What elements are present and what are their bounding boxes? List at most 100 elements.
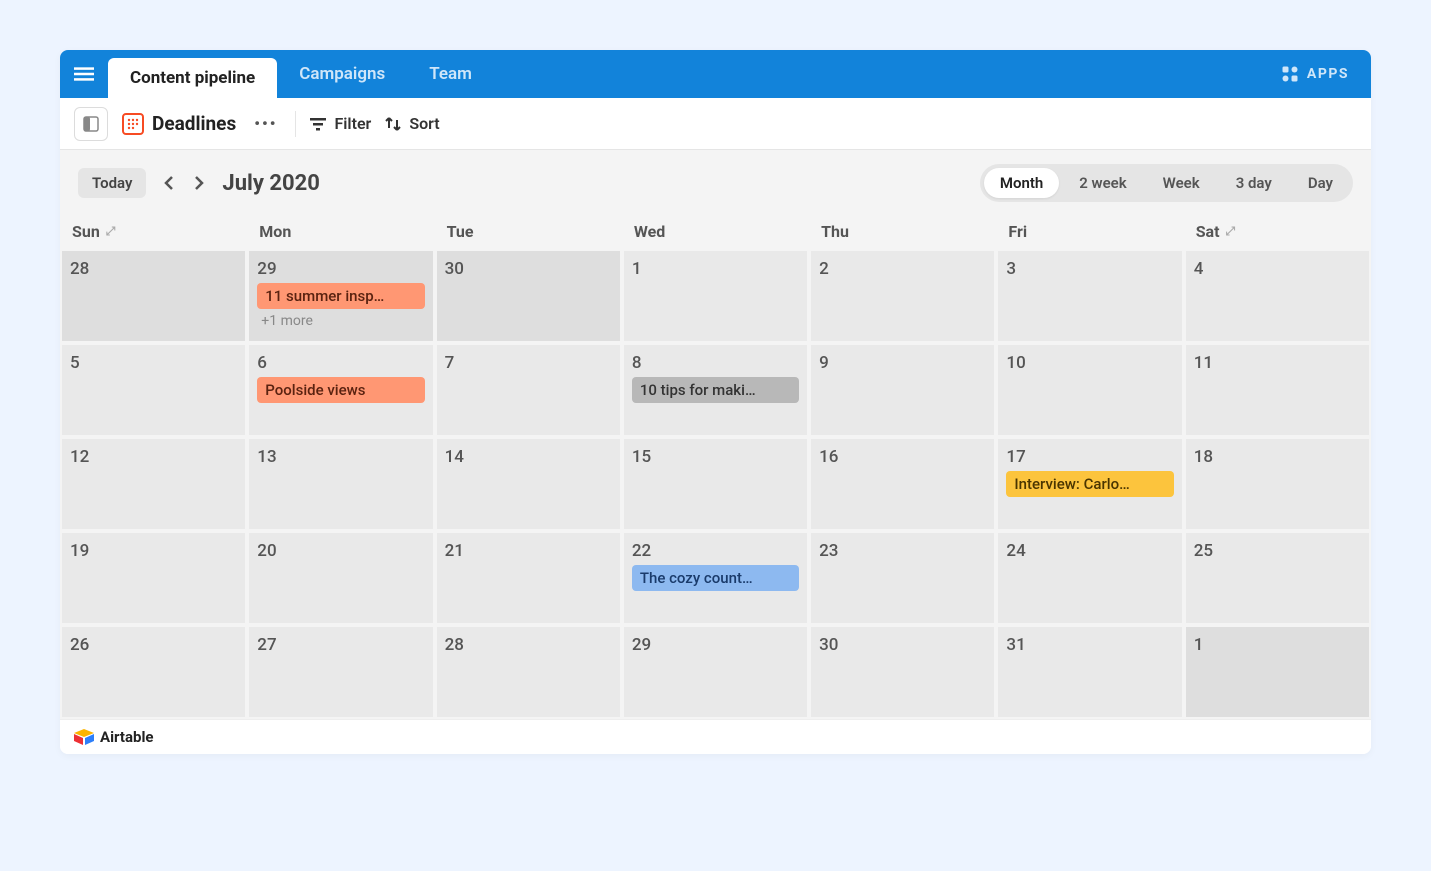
day-cell[interactable]: 18 <box>1184 437 1371 531</box>
apps-icon <box>1281 65 1299 83</box>
sidebar-toggle-button[interactable] <box>74 107 108 141</box>
range-option-2-week[interactable]: 2 week <box>1063 168 1142 198</box>
calendar-event[interactable]: 10 tips for maki… <box>632 377 799 403</box>
calendar-event[interactable]: The cozy count… <box>632 565 799 591</box>
more-events-link[interactable]: +1 more <box>257 311 424 331</box>
calendar-event[interactable]: 11 summer insp… <box>257 283 424 309</box>
day-cell[interactable]: 1 <box>622 249 809 343</box>
day-number: 29 <box>632 635 799 655</box>
dow-header-mon: Mon <box>247 214 434 249</box>
week-row: 28 29 11 summer insp…+1 more 30 1234 <box>60 249 1371 343</box>
view-toolbar: Deadlines ••• Filter Sort <box>60 98 1371 150</box>
day-number: 17 <box>1006 447 1173 467</box>
day-cell[interactable]: 8 10 tips for maki… <box>622 343 809 437</box>
day-number: 29 <box>257 259 424 279</box>
day-number: 26 <box>70 635 237 655</box>
day-number: 30 <box>445 259 612 279</box>
dow-header-tue: Tue <box>435 214 622 249</box>
range-option-month[interactable]: Month <box>984 168 1059 198</box>
day-cell[interactable]: 10 <box>996 343 1183 437</box>
topbar: Content pipelineCampaignsTeam APPS <box>60 50 1371 98</box>
day-number: 24 <box>1006 541 1173 561</box>
day-cell[interactable]: 22The cozy count… <box>622 531 809 625</box>
day-cell[interactable]: 25 <box>1184 531 1371 625</box>
range-option-week[interactable]: Week <box>1147 168 1216 198</box>
tab-team[interactable]: Team <box>407 50 494 98</box>
day-number: 14 <box>445 447 612 467</box>
sort-icon <box>385 116 401 132</box>
chevron-left-icon <box>164 176 174 190</box>
view-name[interactable]: Deadlines <box>122 112 236 135</box>
day-cell[interactable]: 29 11 summer insp…+1 more <box>247 249 434 343</box>
sort-button[interactable]: Sort <box>385 114 439 133</box>
day-cell[interactable]: 28 <box>435 625 622 719</box>
dow-label: Thu <box>821 222 849 241</box>
airtable-logo-icon <box>74 729 94 745</box>
day-number: 7 <box>445 353 612 373</box>
day-cell[interactable]: 20 <box>247 531 434 625</box>
day-cell[interactable]: 4 <box>1184 249 1371 343</box>
dow-label: Wed <box>634 222 665 241</box>
range-option-3-day[interactable]: 3 day <box>1220 168 1288 198</box>
day-cell[interactable]: 12 <box>60 437 247 531</box>
day-number: 15 <box>632 447 799 467</box>
tab-content-pipeline[interactable]: Content pipeline <box>108 58 277 98</box>
day-cell[interactable]: 13 <box>247 437 434 531</box>
day-cell[interactable]: 27 <box>247 625 434 719</box>
day-cell[interactable]: 30 <box>435 249 622 343</box>
day-cell[interactable]: 19 <box>60 531 247 625</box>
range-option-day[interactable]: Day <box>1292 168 1349 198</box>
day-of-week-header: Sun⤢MonTueWedThuFriSat⤢ <box>60 214 1371 249</box>
day-cell[interactable]: 9 <box>809 343 996 437</box>
day-cell[interactable]: 29 <box>622 625 809 719</box>
day-cell[interactable]: 28 <box>60 249 247 343</box>
day-cell[interactable]: 14 <box>435 437 622 531</box>
day-number: 19 <box>70 541 237 561</box>
week-row: 12 13 14 15 16 17 Interview: Carlo… 18 <box>60 437 1371 531</box>
day-cell[interactable]: 21 <box>435 531 622 625</box>
apps-button[interactable]: APPS <box>1259 50 1371 98</box>
day-cell[interactable]: 26 <box>60 625 247 719</box>
day-cell[interactable]: 23 <box>809 531 996 625</box>
calendar-controls: Today July 2020 Month2 weekWeek3 dayDay <box>60 150 1371 210</box>
calendar-grid: Sun⤢MonTueWedThuFriSat⤢ 282911 summer in… <box>60 210 1371 719</box>
day-number: 2 <box>819 259 986 279</box>
filter-button[interactable]: Filter <box>310 114 371 133</box>
day-cell[interactable]: 15 <box>622 437 809 531</box>
day-number: 28 <box>445 635 612 655</box>
day-number: 9 <box>819 353 986 373</box>
next-month-button[interactable] <box>192 167 206 199</box>
today-button[interactable]: Today <box>78 168 146 198</box>
prev-month-button[interactable] <box>162 167 176 199</box>
day-number: 11 <box>1194 353 1361 373</box>
day-cell[interactable]: 5 <box>60 343 247 437</box>
column-resize-icon[interactable]: ⤢ <box>106 224 116 239</box>
day-cell[interactable]: 30 <box>809 625 996 719</box>
day-cell[interactable]: 3 <box>996 249 1183 343</box>
week-row: 26 27 28 29 30 31 1 <box>60 625 1371 719</box>
view-name-text: Deadlines <box>152 112 236 135</box>
range-switcher: Month2 weekWeek3 dayDay <box>980 164 1353 202</box>
calendar-event[interactable]: Poolside views <box>257 377 424 403</box>
calendar-event[interactable]: Interview: Carlo… <box>1006 471 1173 497</box>
hamburger-icon <box>74 64 94 84</box>
day-cell[interactable]: 17 Interview: Carlo… <box>996 437 1183 531</box>
filter-icon <box>310 116 326 132</box>
day-cell[interactable]: 24 <box>996 531 1183 625</box>
day-cell[interactable]: 1 <box>1184 625 1371 719</box>
day-number: 6 <box>257 353 424 373</box>
day-number: 13 <box>257 447 424 467</box>
column-resize-icon[interactable]: ⤢ <box>1226 224 1236 239</box>
day-cell[interactable]: 16 <box>809 437 996 531</box>
menu-button[interactable] <box>60 50 108 98</box>
day-number: 8 <box>632 353 799 373</box>
day-cell[interactable]: 6 Poolside views <box>247 343 434 437</box>
day-cell[interactable]: 31 <box>996 625 1183 719</box>
tab-campaigns[interactable]: Campaigns <box>277 50 407 98</box>
view-more-button[interactable]: ••• <box>250 114 281 133</box>
day-number: 27 <box>257 635 424 655</box>
day-cell[interactable]: 11 <box>1184 343 1371 437</box>
day-number: 31 <box>1006 635 1173 655</box>
day-cell[interactable]: 2 <box>809 249 996 343</box>
day-cell[interactable]: 7 <box>435 343 622 437</box>
